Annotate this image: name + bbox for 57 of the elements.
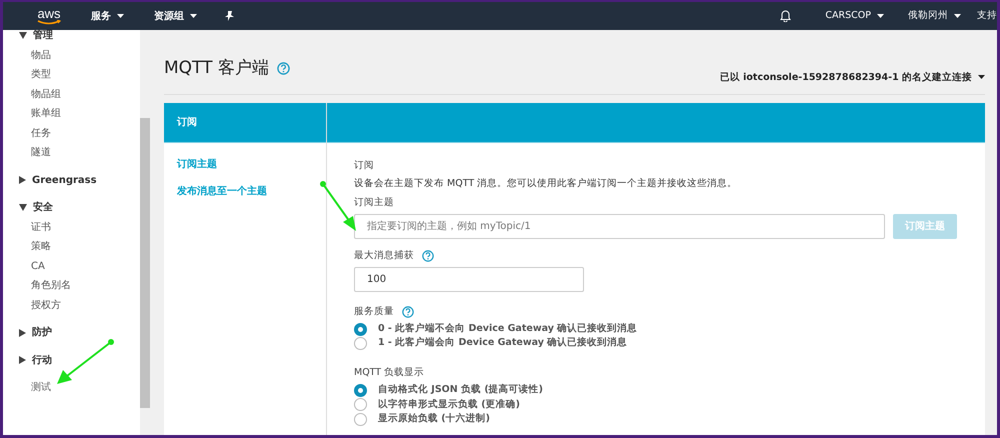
field-label: 服务质量 [354,304,394,318]
sidebar-item[interactable]: 证书 [19,218,140,237]
sidebar-group[interactable]: Greengrass [19,170,140,190]
caret-right-icon [19,328,26,337]
radio-button[interactable] [354,322,367,336]
sidebar-item[interactable]: 测试 [19,378,140,398]
radio-button[interactable] [354,412,367,426]
sidebar-item[interactable]: CA [19,256,140,276]
radio-button[interactable] [354,337,367,350]
radio-label: 显示原始负载 (十六进制) [378,412,490,426]
sidebar-group[interactable]: 管理 [19,30,140,46]
nav-menu[interactable]: 俄勒冈州 [908,8,961,24]
sidebar-item[interactable]: 账单组 [19,104,140,124]
sidebar-item[interactable]: 物品组 [19,84,140,104]
radio-button[interactable] [354,384,367,397]
radio-label: 1 - 此客户端会向 Device Gateway 确认已接收到消息 [378,336,628,350]
sidebar-item[interactable]: 角色别名 [19,276,140,296]
field-label: MQTT 负载显示 [354,366,424,380]
sidebar-item[interactable]: 任务 [19,124,140,143]
annotation-arrow [320,181,356,231]
connection-status[interactable]: 已以 iotconsole-1592878682394-1 的名义建立连接 [720,71,972,86]
radio-label: 自动格式化 JSON 负载 (提高可读性) [378,383,544,398]
radio-label: 以字符串形式显示负载 (更准确) [378,398,520,412]
nav-menu[interactable]: 支持 [977,8,997,24]
nav-menu[interactable]: 资源组 [154,8,197,24]
caret-icon [978,75,985,80]
nav-menu[interactable]: 服务 [91,8,124,24]
max-messages-input[interactable]: 100 [354,266,584,292]
sidebar-item[interactable]: 策略 [19,237,140,256]
scrollbar-thumb[interactable] [140,118,150,408]
caret-down-icon [19,204,27,212]
sidebar-item[interactable]: 类型 [19,65,140,84]
help-icon[interactable] [276,62,290,76]
sidebar-group[interactable]: 防护 [19,323,140,342]
field-label: 订阅主题 [354,196,395,210]
bell-icon[interactable] [780,10,792,22]
help-icon[interactable] [402,306,414,318]
nav-menu[interactable]: CARSCOP [825,8,884,24]
caret-right-icon [19,176,26,184]
help-icon[interactable] [422,250,434,262]
page-title: MQTT 客户端 [164,57,269,80]
caret-right-icon [19,356,26,364]
sidebar-item[interactable]: 隧道 [19,143,140,162]
sidebar-group[interactable]: 安全 [19,198,140,218]
sidebar-item[interactable]: 授权方 [19,296,140,315]
caret-down-icon [19,32,27,40]
description: 设备会在主题下发布 MQTT 消息。您可以使用此客户端订阅一个主题并接收这些消息。 [354,176,738,191]
field-label: 最大消息捕获 [354,249,414,264]
topic-input[interactable]: 指定要订阅的主题，例如 myTopic/1 [354,214,885,240]
pin-icon[interactable] [225,11,234,21]
radio-label: 0 - 此客户端不会向 Device Gateway 确认已接收到消息 [378,322,638,336]
sidebar-group[interactable]: 行动 [19,350,140,370]
section-title: 订阅 [354,158,375,172]
radio-button[interactable] [354,398,367,412]
annotation-arrow [57,339,114,384]
aws-logo[interactable]: aws [37,7,61,25]
sidebar-item[interactable]: 物品 [19,46,140,65]
